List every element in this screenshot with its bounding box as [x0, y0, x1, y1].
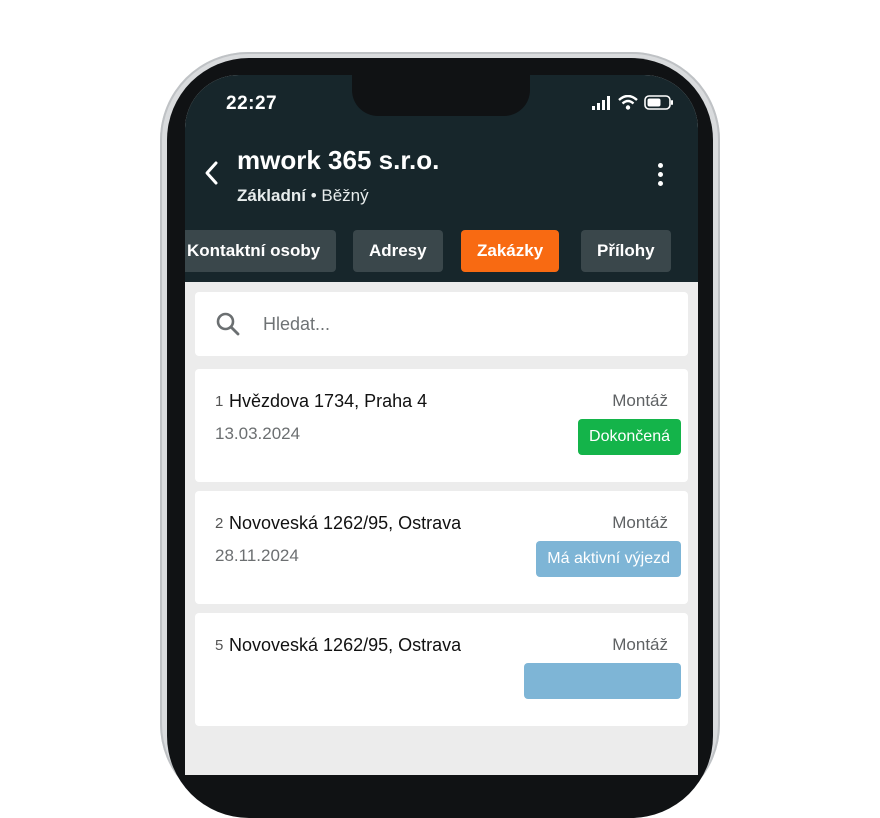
more-vertical-icon[interactable] — [658, 163, 664, 190]
status-time: 22:27 — [226, 93, 278, 114]
order-address: Novoveská 1262/95, Ostrava — [229, 513, 462, 533]
app-screen: 22:27 mwork 365 s.r.o. Základní • Běžný — [185, 75, 698, 775]
tab-contacts[interactable]: Kontaktní osoby — [185, 230, 337, 272]
order-type: Montáž — [612, 635, 668, 654]
tab-bar: Kontaktní osoby Adresy Zakázky Přílohy — [185, 230, 698, 272]
battery-icon — [644, 95, 673, 110]
search-placeholder[interactable]: Hledat... — [263, 314, 330, 335]
status-icons — [592, 95, 674, 110]
customer-type: • Běžný — [305, 186, 369, 205]
tab-attachments[interactable]: Přílohy — [581, 230, 671, 272]
status-badge — [524, 663, 681, 699]
order-address: Novoveská 1262/95, Ostrava — [229, 635, 462, 655]
tab-orders[interactable]: Zakázky — [461, 230, 560, 272]
order-date: 13.03.2024 — [215, 424, 301, 443]
customer-category: Základní — [237, 186, 306, 205]
order-number: 5 — [215, 637, 224, 654]
status-badge: Má aktivní výjezd — [536, 541, 681, 577]
phone-notch — [352, 68, 530, 116]
status-badge: Dokončená — [578, 419, 681, 455]
order-type: Montáž — [612, 513, 668, 532]
order-card[interactable]: 1 Hvězdova 1734, Praha 4 13.03.2024 Mont… — [195, 369, 688, 482]
signal-icon — [592, 95, 610, 110]
order-card[interactable]: 5 Novoveská 1262/95, Ostrava Montáž — [195, 613, 688, 726]
order-number: 2 — [215, 515, 224, 532]
order-address: Hvězdova 1734, Praha 4 — [229, 391, 428, 411]
search-field[interactable]: Hledat... — [195, 292, 688, 356]
page-subtitle: Základní • Běžný — [237, 186, 369, 206]
search-icon — [216, 312, 240, 336]
tab-addresses[interactable]: Adresy — [353, 230, 443, 272]
order-date: 28.11.2024 — [215, 546, 299, 565]
order-card[interactable]: 2 Novoveská 1262/95, Ostrava 28.11.2024 … — [195, 491, 688, 604]
wifi-icon — [618, 95, 638, 110]
back-arrow-icon[interactable] — [202, 160, 222, 186]
order-number: 1 — [215, 393, 224, 410]
page-title: mwork 365 s.r.o. — [237, 145, 440, 175]
order-type: Montáž — [612, 391, 668, 410]
